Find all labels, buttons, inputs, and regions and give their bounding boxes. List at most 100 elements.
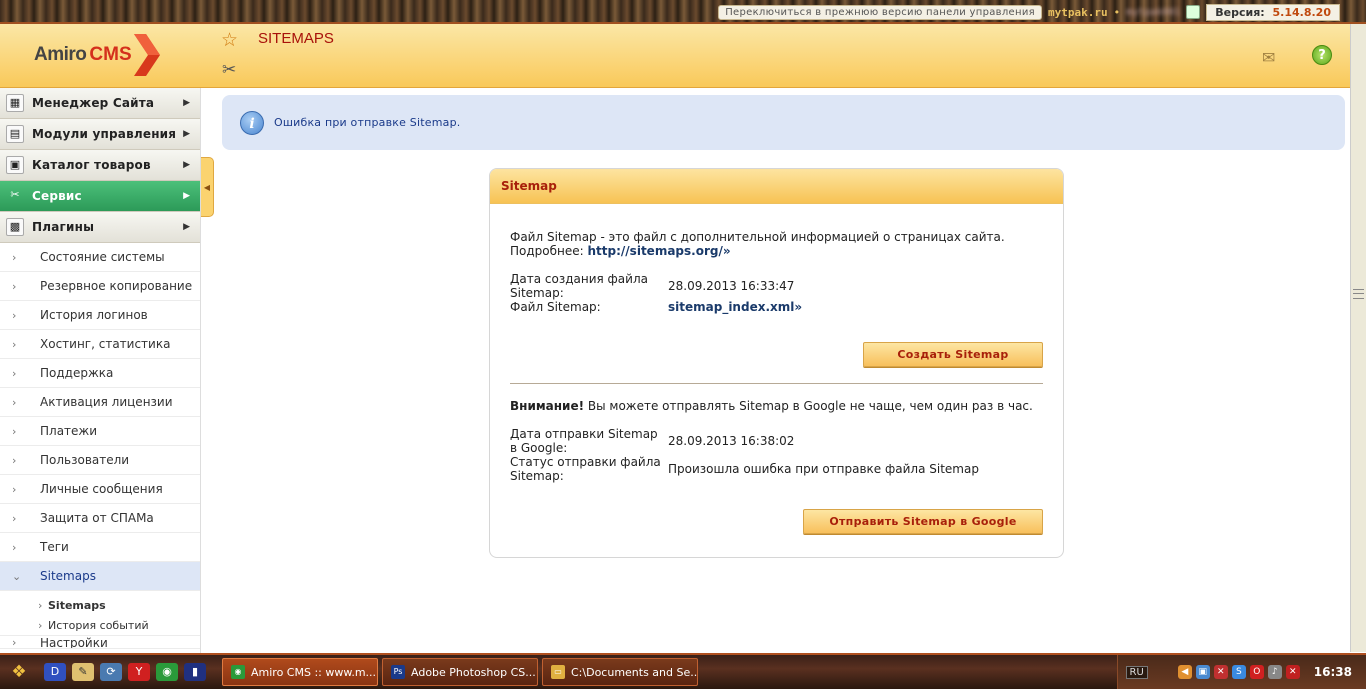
modules-icon: ▤	[6, 125, 24, 143]
warning-bold: Внимание!	[510, 399, 585, 413]
sidebar-item-license[interactable]: › Активация лицензии	[0, 388, 200, 417]
sidebar-subitem-events[interactable]: › История событий	[0, 615, 200, 635]
clock[interactable]: 16:38	[1314, 665, 1352, 679]
version-number: 5.14.8.20	[1272, 5, 1331, 19]
sidebar-subitem-label: Sitemaps	[48, 598, 106, 612]
taskbar-item-explorer[interactable]: ▭ C:\Documents and Se...	[542, 658, 698, 686]
sidebar-section-label: Менеджер Сайта	[32, 96, 155, 110]
sidebar-item-hosting[interactable]: › Хостинг, статистика	[0, 330, 200, 359]
plugins-icon: ▩	[6, 218, 24, 236]
create-row: Создать Sitemap	[510, 342, 1043, 367]
quicklaunch-yandex-icon[interactable]: Y	[128, 663, 150, 681]
chevron-right-icon: ›	[12, 279, 17, 293]
logout-icon[interactable]	[1186, 5, 1201, 19]
photoshop-icon: Ps	[391, 665, 405, 679]
chevron-right-icon: ›	[12, 424, 17, 438]
help-icon[interactable]: ?	[1312, 45, 1332, 65]
sidebar-section-modules[interactable]: ▤ Модули управления ▶	[0, 119, 200, 150]
tools-icon[interactable]: ✂	[222, 60, 236, 80]
chevron-right-icon: ›	[38, 598, 43, 612]
sidebar-item-settings-partial[interactable]: › Настройки	[0, 635, 200, 649]
chevron-right-icon: ›	[12, 482, 17, 496]
sent-date-row: Дата отправки Sitemap в Google: 28.09.20…	[510, 427, 1043, 455]
switch-old-version-link[interactable]: Переключиться в прежнюю версию панели уп…	[718, 4, 1042, 20]
logo[interactable]: Amiro CMS	[34, 32, 160, 78]
info-icon: i	[240, 110, 264, 135]
sidebar-item-support[interactable]: › Поддержка	[0, 359, 200, 388]
taskbar-item-amiro[interactable]: ◉ Amiro CMS :: www.m...	[222, 658, 378, 686]
sidebar-item-label: Активация лицензии	[40, 395, 173, 409]
tray-arrow-icon[interactable]: ◀	[1177, 665, 1192, 679]
tray-antivirus-icon[interactable]: ✕	[1213, 665, 1228, 679]
sidebar-section-catalog[interactable]: ▣ Каталог товаров ▶	[0, 150, 200, 181]
sidebar-section-plugins[interactable]: ▩ Плагины ▶	[0, 212, 200, 243]
page-scrollbar[interactable]	[1350, 24, 1366, 652]
panel-header: Sitemap	[490, 169, 1063, 204]
quicklaunch-d-icon[interactable]: D	[44, 663, 66, 681]
sidebar-item-users[interactable]: › Пользователи	[0, 446, 200, 475]
quicklaunch-chrome-icon[interactable]: ◉	[156, 663, 178, 681]
tray-opera-icon[interactable]: O	[1249, 665, 1264, 679]
sidebar-item-sitemaps[interactable]: ⌄ Sitemaps	[0, 562, 200, 591]
chevron-right-icon: ›	[12, 540, 17, 554]
site-manager-icon: ▦	[6, 94, 24, 112]
language-indicator[interactable]: RU	[1125, 665, 1148, 679]
sidebar-section-label: Плагины	[32, 220, 95, 234]
tray-volume-icon[interactable]: ♪	[1267, 665, 1282, 679]
scrollbar-grip[interactable]	[1353, 289, 1364, 299]
send-to-google-button[interactable]: Отправить Sitemap в Google	[803, 509, 1043, 534]
create-sitemap-button[interactable]: Создать Sitemap	[863, 342, 1043, 367]
sidebar-item-login-history[interactable]: › История логинов	[0, 301, 200, 330]
created-label: Дата создания файла Sitemap:	[510, 272, 648, 300]
sidebar-item-tags[interactable]: › Теги	[0, 533, 200, 562]
sidebar-item-system-status[interactable]: › Состояние системы	[0, 243, 200, 272]
sidebar-section-label: Модули управления	[32, 127, 177, 141]
sitemap-file-link[interactable]: sitemap_index.xml»	[668, 300, 802, 314]
taskbar-item-photoshop[interactable]: Ps Adobe Photoshop CS...	[382, 658, 538, 686]
service-tools-icon: ✂	[10, 188, 20, 201]
sidebar-item-payments[interactable]: › Платежи	[0, 417, 200, 446]
header: Amiro CMS ☆ ✂ SITEMAPS ✉ ?	[0, 24, 1366, 88]
sidebar-item-label: Личные сообщения	[40, 482, 163, 496]
mail-icon[interactable]: ✉	[1262, 48, 1275, 67]
sidebar-subitem-sitemaps[interactable]: › Sitemaps	[0, 595, 200, 615]
start-button[interactable]: ❖	[0, 657, 38, 687]
tray-network-icon[interactable]: ▣	[1195, 665, 1210, 679]
chevron-right-icon: ›	[12, 366, 17, 380]
sidebar-section-site-manager[interactable]: ▦ Менеджер Сайта ▶	[0, 88, 200, 119]
tray-skype-icon[interactable]: S	[1231, 665, 1246, 679]
sidebar-section-label: Сервис	[32, 189, 82, 203]
sidebar-item-label: Поддержка	[40, 366, 114, 380]
site-link[interactable]: mytpak.ru	[1048, 6, 1108, 19]
taskbar: ❖ D ✎ ⟳ Y ◉ ▮ ◉ Amiro CMS :: www.m... Ps…	[0, 653, 1366, 689]
sidebar-item-label: Хостинг, статистика	[40, 337, 171, 351]
sidebar-collapse-toggle[interactable]: ◀	[201, 157, 214, 217]
quicklaunch-notes-icon[interactable]: ✎	[72, 663, 94, 681]
sidebar-item-label: Sitemaps	[40, 569, 96, 583]
file-label: Файл Sitemap:	[510, 300, 601, 314]
chevron-right-icon: ›	[12, 337, 17, 351]
sitemaps-org-link[interactable]: http://sitemaps.org/»	[588, 244, 731, 258]
tray-security-icon[interactable]: ✕	[1285, 665, 1300, 679]
sidebar-item-label: Теги	[40, 540, 69, 554]
catalog-icon: ▣	[6, 156, 24, 174]
quicklaunch-network-icon[interactable]: ⟳	[100, 663, 122, 681]
favorite-star-icon[interactable]: ☆	[221, 29, 238, 51]
description-text: Файл Sitemap - это файл с дополнительной…	[510, 230, 1005, 244]
sidebar-item-messages[interactable]: › Личные сообщения	[0, 475, 200, 504]
sidebar-item-spam[interactable]: › Защита от СПАМа	[0, 504, 200, 533]
sitemap-panel: Sitemap Файл Sitemap - это файл с дополн…	[489, 168, 1064, 558]
status-label: Статус отправки файла Sitemap:	[510, 455, 661, 483]
chevron-right-icon: ›	[12, 511, 17, 525]
separator-dot: •	[1113, 5, 1121, 19]
status-row: Статус отправки файла Sitemap: Произошла…	[510, 455, 1043, 483]
quicklaunch-app-icon[interactable]: ▮	[184, 663, 206, 681]
folder-icon: ▭	[551, 665, 565, 679]
sidebar-section-label: Каталог товаров	[32, 158, 151, 172]
chevron-right-icon: ▶	[183, 129, 190, 139]
sidebar-section-service[interactable]: ✂ Сервис ▶	[0, 181, 200, 212]
sent-label: Дата отправки Sitemap в Google:	[510, 427, 658, 455]
task-label: Adobe Photoshop CS...	[411, 665, 536, 679]
sidebar-item-backup[interactable]: › Резервное копирование	[0, 272, 200, 301]
sidebar-item-label: Защита от СПАМа	[40, 511, 154, 525]
